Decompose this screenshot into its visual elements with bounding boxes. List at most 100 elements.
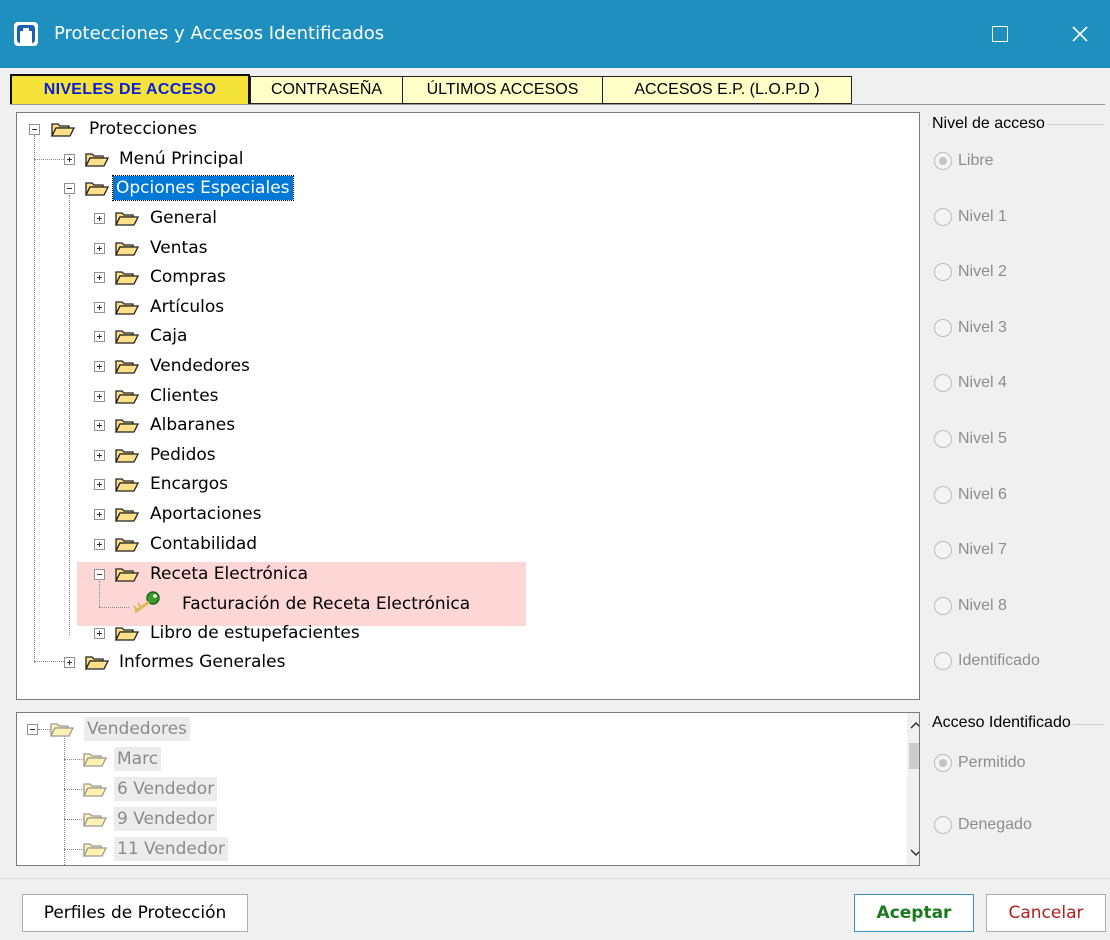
maximize-icon xyxy=(992,26,1008,42)
tab-ultimos-accesos[interactable]: ÚLTIMOS ACCESOS xyxy=(402,76,602,104)
nivel-radio-option[interactable]: Nivel 2 xyxy=(934,263,1007,282)
users-root-vendedores[interactable]: Vendedores xyxy=(84,717,190,741)
tree-node[interactable]: Contabilidad xyxy=(147,532,260,556)
expand-informes[interactable] xyxy=(64,657,75,668)
expand-node[interactable] xyxy=(94,242,105,254)
protections-tree[interactable]: Protecciones Menú Principal Opciones Esp… xyxy=(16,112,920,700)
tree-node[interactable]: Albaranes xyxy=(147,413,238,437)
folder-open-icon xyxy=(115,566,139,582)
expand-node[interactable] xyxy=(94,390,105,402)
radio-label: Nivel 4 xyxy=(958,374,1007,392)
tab-contrasena[interactable]: CONTRASEÑA xyxy=(250,76,402,104)
users-tree[interactable]: Vendedores Marc 6 Vendedor 9 Vendedor 11 Ve… xyxy=(16,712,920,866)
perfiles-proteccion-button[interactable]: Perfiles de Protección xyxy=(22,894,248,932)
nivel-radio-option[interactable]: Nivel 1 xyxy=(934,207,1007,226)
tree-node-libro-estupefacientes[interactable]: Libro de estupefacientes xyxy=(147,621,363,645)
cancelar-button[interactable]: Cancelar xyxy=(986,894,1106,932)
radio-label: Nivel 1 xyxy=(958,207,1007,225)
maximize-button[interactable] xyxy=(970,0,1030,68)
tree-node[interactable]: Artículos xyxy=(147,295,227,319)
folder-open-icon xyxy=(115,328,139,345)
radio-button[interactable] xyxy=(934,263,952,282)
scroll-down-icon[interactable] xyxy=(907,843,919,861)
folder-open-icon xyxy=(51,121,75,137)
radio-button[interactable] xyxy=(934,430,952,448)
tree-node-protecciones[interactable]: Protecciones xyxy=(86,117,200,141)
tree-node-opciones-especiales[interactable]: Opciones Especiales xyxy=(112,175,294,201)
tab-niveles-acceso[interactable]: NIVELES DE ACCESO xyxy=(10,74,250,104)
radio-label: Nivel 6 xyxy=(958,485,1007,503)
tree-node-receta-electronica[interactable]: Receta Electrónica xyxy=(147,562,311,586)
collapse-receta[interactable] xyxy=(94,569,105,580)
collapse-opciones-especiales[interactable] xyxy=(64,183,75,194)
user-item[interactable]: 11 Vendedor xyxy=(114,837,229,861)
radio-button[interactable] xyxy=(934,652,952,671)
nivel-radio-option[interactable]: Nivel 6 xyxy=(934,485,1007,504)
tree-node-informes-generales[interactable]: Informes Generales xyxy=(116,650,288,674)
radio-button[interactable] xyxy=(934,152,952,170)
radio-label: Denegado xyxy=(958,816,1032,833)
folder-open-icon xyxy=(50,721,74,737)
expand-node[interactable] xyxy=(94,538,105,550)
expand-node[interactable] xyxy=(94,361,105,372)
tree-node[interactable]: Aportaciones xyxy=(147,502,264,526)
user-item[interactable]: Marc xyxy=(114,747,162,771)
expand-node[interactable] xyxy=(94,331,105,343)
tree-node[interactable]: Encargos xyxy=(147,472,231,496)
folder-open-icon xyxy=(115,447,139,463)
tree-node-menu-principal[interactable]: Menú Principal xyxy=(116,147,247,171)
expand-node[interactable] xyxy=(94,213,105,224)
radio-button[interactable] xyxy=(934,318,952,337)
user-item[interactable]: 9 Vendedor xyxy=(114,807,218,831)
users-scrollbar[interactable] xyxy=(907,713,919,865)
radio-label: Identificado xyxy=(958,652,1040,670)
close-button[interactable] xyxy=(1050,0,1110,68)
radio-button[interactable] xyxy=(934,541,952,560)
folder-open-icon xyxy=(115,506,139,522)
expand-node[interactable] xyxy=(94,272,105,284)
nivel-radio-option[interactable]: Identificado xyxy=(934,652,1040,671)
folder-open-icon xyxy=(115,388,139,404)
expand-libro[interactable] xyxy=(94,628,105,639)
tree-node[interactable]: General xyxy=(147,206,220,230)
radio-button[interactable] xyxy=(934,754,952,772)
tree-node[interactable]: Vendedores xyxy=(147,354,253,378)
radio-button[interactable] xyxy=(934,207,952,226)
acceso-radio-option[interactable]: Permitido xyxy=(934,754,1026,772)
expand-menu-principal[interactable] xyxy=(64,154,75,165)
radio-button[interactable] xyxy=(934,485,952,504)
radio-button[interactable] xyxy=(934,596,952,615)
expand-node[interactable] xyxy=(94,420,105,432)
radio-button[interactable] xyxy=(934,374,952,393)
tree-node[interactable]: Ventas xyxy=(147,236,210,260)
aceptar-button[interactable]: Aceptar xyxy=(854,894,974,932)
tree-node-facturacion-receta[interactable]: Facturación de Receta Electrónica xyxy=(179,592,473,616)
tree-node[interactable]: Caja xyxy=(147,324,190,348)
folder-open-icon xyxy=(115,240,139,256)
tree-node[interactable]: Compras xyxy=(147,265,229,289)
expand-node[interactable] xyxy=(94,509,105,520)
tree-node[interactable]: Pedidos xyxy=(147,443,219,467)
folder-open-icon xyxy=(115,210,139,226)
radio-label: Nivel 5 xyxy=(958,430,1007,447)
folder-open-icon xyxy=(115,536,139,552)
scroll-up-icon[interactable] xyxy=(907,715,919,733)
nivel-radio-option[interactable]: Libre xyxy=(934,152,994,170)
collapse-protecciones[interactable] xyxy=(29,124,40,135)
radio-button[interactable] xyxy=(934,816,952,834)
radio-label: Libre xyxy=(958,152,994,169)
acceso-radio-option[interactable]: Denegado xyxy=(934,816,1032,834)
tree-node[interactable]: Clientes xyxy=(147,384,222,408)
scroll-thumb[interactable] xyxy=(909,743,919,769)
nivel-radio-option[interactable]: Nivel 8 xyxy=(934,596,1007,615)
nivel-radio-option[interactable]: Nivel 4 xyxy=(934,374,1007,393)
user-item[interactable]: 6 Vendedor xyxy=(114,777,218,801)
collapse-vendedores[interactable] xyxy=(27,724,38,735)
nivel-radio-option[interactable]: Nivel 3 xyxy=(934,318,1007,337)
expand-node[interactable] xyxy=(94,301,105,313)
tab-accesos-ep[interactable]: ACCESOS E.P. (L.O.P.D ) xyxy=(602,76,852,104)
nivel-radio-option[interactable]: Nivel 7 xyxy=(934,541,1007,560)
expand-node[interactable] xyxy=(94,479,105,491)
nivel-radio-option[interactable]: Nivel 5 xyxy=(934,430,1007,448)
expand-node[interactable] xyxy=(94,449,105,461)
